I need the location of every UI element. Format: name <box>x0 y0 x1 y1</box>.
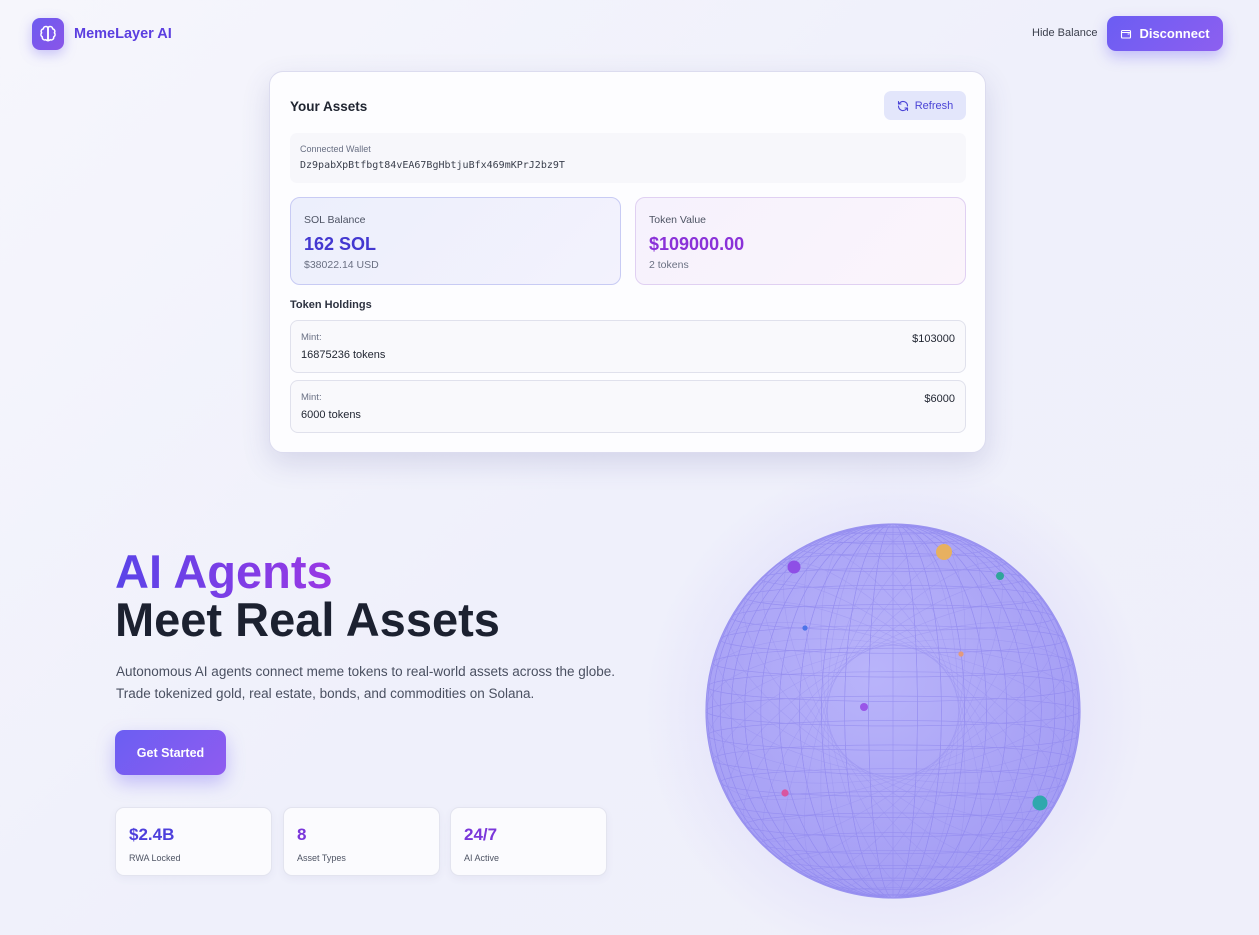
stat-card-rwa-locked: $2.4B RWA Locked <box>115 807 272 876</box>
holding-usd-value: $103000 <box>912 333 955 345</box>
asset-marker[interactable] <box>958 651 964 657</box>
stat-label: Asset Types <box>297 853 346 863</box>
globe-visual[interactable] <box>700 518 1086 904</box>
hero-description: Autonomous AI agents connect meme tokens… <box>116 664 616 701</box>
assets-title: Your Assets <box>290 99 368 114</box>
refresh-button[interactable]: Refresh <box>884 91 966 120</box>
stat-card-asset-types: 8 Asset Types <box>283 807 440 876</box>
token-value-card: Token Value $109000.00 2 tokens <box>635 197 966 285</box>
token-holding-row[interactable]: Mint: 16875236 tokens $103000 <box>290 320 966 373</box>
asset-marker[interactable] <box>996 572 1004 580</box>
holding-usd-value: $6000 <box>924 393 955 405</box>
stat-value: 24/7 <box>464 825 498 844</box>
brand-name[interactable]: MemeLayer AI <box>74 26 172 42</box>
mint-label: Mint: <box>301 392 322 403</box>
brain-icon[interactable] <box>32 18 64 50</box>
asset-marker[interactable] <box>787 560 801 574</box>
refresh-icon <box>897 100 908 111</box>
stat-label: RWA Locked <box>129 853 181 863</box>
get-started-button[interactable]: Get Started <box>115 730 226 775</box>
connected-wallet: Connected Wallet Dz9pabXpBtfbgt84vEA67Bg… <box>290 133 966 183</box>
stat-value: $2.4B <box>129 825 175 844</box>
disconnect-button[interactable]: Disconnect <box>1107 16 1223 51</box>
wallet-label: Connected Wallet <box>300 144 371 154</box>
token-value-amount: $109000.00 <box>649 234 745 254</box>
sol-balance-label: SOL Balance <box>304 214 366 226</box>
stat-label: AI Active <box>464 853 500 863</box>
token-holdings-title: Token Holdings <box>290 299 372 311</box>
stat-card-ai-active: 24/7 AI Active <box>450 807 607 876</box>
disconnect-label: Disconnect <box>1139 26 1210 41</box>
hide-balance-toggle[interactable]: Hide Balance <box>1032 27 1097 39</box>
stat-value: 8 <box>297 825 307 844</box>
wallet-address[interactable]: Dz9pabXpBtfbgt84vEA67BgHbtjuBfx469mKPrJ2… <box>300 160 565 171</box>
asset-marker[interactable] <box>781 789 789 797</box>
token-holding-row[interactable]: Mint: 6000 tokens $6000 <box>290 380 966 433</box>
sol-balance-usd: $38022.14 USD <box>304 259 379 271</box>
holding-amount: 16875236 tokens <box>301 349 386 361</box>
refresh-label: Refresh <box>914 99 954 112</box>
asset-marker[interactable] <box>936 544 952 560</box>
app-header: MemeLayer AI Hide Balance Disconnect <box>0 0 1259 68</box>
holding-amount: 6000 tokens <box>301 409 361 421</box>
hero-title-main: Meet Real Assets <box>115 593 500 646</box>
assets-card: Your Assets Refresh Connected Wallet Dz9… <box>269 71 986 453</box>
sol-balance-card: SOL Balance 162 SOL $38022.14 USD <box>290 197 621 285</box>
mint-label: Mint: <box>301 332 322 343</box>
token-count: 2 tokens <box>649 259 689 271</box>
asset-marker[interactable] <box>802 625 808 631</box>
wallet-icon <box>1121 29 1132 39</box>
asset-marker[interactable] <box>860 703 868 711</box>
sol-balance-value: 162 SOL <box>304 234 377 254</box>
token-value-label: Token Value <box>649 214 707 226</box>
asset-marker[interactable] <box>1032 795 1048 811</box>
